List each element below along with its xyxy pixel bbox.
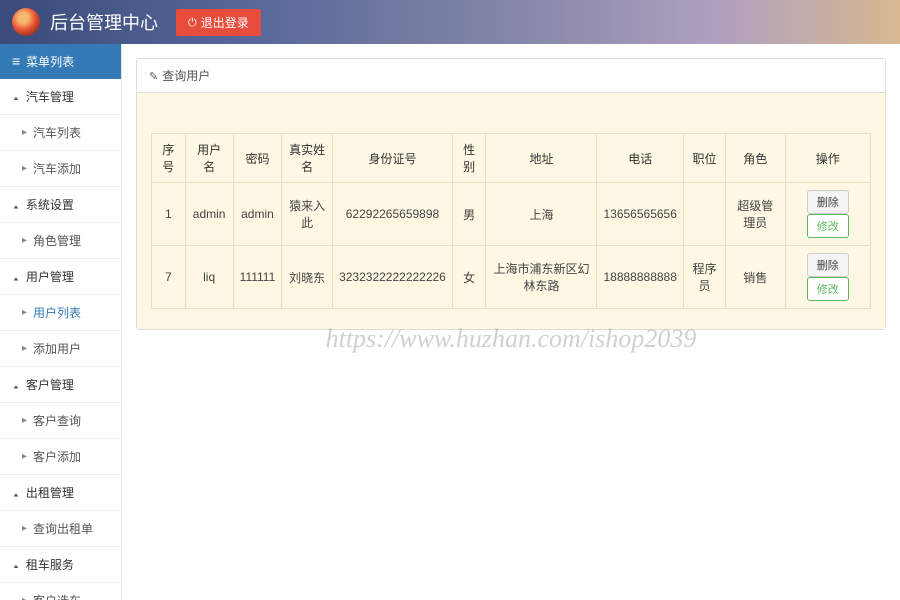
sidebar-header-label: 菜单列表 — [26, 53, 74, 70]
menu-group-title[interactable]: 出租管理 — [0, 475, 121, 511]
table-header: 序号 — [152, 134, 186, 183]
table-cell: 1 — [152, 183, 186, 246]
user-icon — [12, 90, 20, 104]
menu-group-label: 租车服务 — [26, 556, 74, 573]
app-title: 后台管理中心 — [50, 9, 158, 35]
menu-group-title[interactable]: 汽车管理 — [0, 79, 121, 115]
table-header: 职位 — [683, 134, 725, 183]
table-cell: 销售 — [726, 246, 785, 309]
menu-group-title[interactable]: 客户管理 — [0, 367, 121, 403]
table-cell: 3232322222222226 — [333, 246, 453, 309]
table-cell: 62292265659898 — [333, 183, 453, 246]
menu-item[interactable]: 客户添加 — [0, 439, 121, 475]
panel-title: 查询用户 — [162, 67, 210, 84]
user-table: 序号用户名密码真实姓名身份证号性别地址电话职位角色操作 1adminadmin猿… — [151, 133, 871, 309]
edit-icon — [149, 69, 158, 83]
table-cell: 7 — [152, 246, 186, 309]
table-cell: 上海市浦东新区幻林东路 — [486, 246, 597, 309]
menu-item[interactable]: 汽车添加 — [0, 151, 121, 187]
edit-button[interactable]: 修改 — [807, 277, 849, 301]
menu-item[interactable]: 客户选车 — [0, 583, 121, 600]
table-cell: 上海 — [486, 183, 597, 246]
table-cell: 猿来入此 — [282, 183, 333, 246]
user-icon — [12, 270, 20, 284]
table-header: 地址 — [486, 134, 597, 183]
delete-button[interactable]: 删除 — [807, 253, 849, 277]
table-header: 身份证号 — [333, 134, 453, 183]
delete-button[interactable]: 删除 — [807, 190, 849, 214]
user-icon — [12, 486, 20, 500]
menu-item[interactable]: 角色管理 — [0, 223, 121, 259]
header: 后台管理中心 退出登录 — [0, 0, 900, 44]
table-cell: 女 — [452, 246, 486, 309]
avatar — [12, 8, 40, 36]
table-header: 角色 — [726, 134, 785, 183]
table-cell: 程序员 — [683, 246, 725, 309]
sidebar: 菜单列表 汽车管理汽车列表汽车添加系统设置角色管理用户管理用户列表添加用户客户管… — [0, 44, 122, 600]
action-cell: 删除修改 — [785, 183, 870, 246]
menu-group-title[interactable]: 用户管理 — [0, 259, 121, 295]
table-cell: admin — [233, 183, 282, 246]
table-cell: 18888888888 — [597, 246, 683, 309]
menu-item-label: 查询出租单 — [33, 520, 93, 537]
table-header: 电话 — [597, 134, 683, 183]
menu-group-label: 用户管理 — [26, 268, 74, 285]
main-content: 查询用户 序号用户名密码真实姓名身份证号性别地址电话职位角色操作 1admina… — [122, 44, 900, 600]
panel: 查询用户 序号用户名密码真实姓名身份证号性别地址电话职位角色操作 1admina… — [136, 58, 886, 330]
menu-group-title[interactable]: 系统设置 — [0, 187, 121, 223]
menu-item-label: 角色管理 — [33, 232, 81, 249]
table-cell: 刘晓东 — [282, 246, 333, 309]
table-row: 1adminadmin猿来入此62292265659898男上海13656565… — [152, 183, 871, 246]
menu-item-label: 客户选车 — [33, 592, 81, 600]
menu-group-title[interactable]: 租车服务 — [0, 547, 121, 583]
user-icon — [12, 558, 20, 572]
table-cell: liq — [185, 246, 233, 309]
user-icon — [12, 198, 20, 212]
table-header: 真实姓名 — [282, 134, 333, 183]
table-header: 操作 — [785, 134, 870, 183]
panel-body: 序号用户名密码真实姓名身份证号性别地址电话职位角色操作 1adminadmin猿… — [137, 93, 885, 329]
menu-item[interactable]: 汽车列表 — [0, 115, 121, 151]
table-header: 用户名 — [185, 134, 233, 183]
menu-item-label: 客户查询 — [33, 412, 81, 429]
user-icon — [12, 378, 20, 392]
table-cell: 超级管理员 — [726, 183, 785, 246]
power-icon — [188, 15, 197, 30]
sidebar-header: 菜单列表 — [0, 44, 121, 79]
menu-group-label: 系统设置 — [26, 196, 74, 213]
table-header: 性别 — [452, 134, 486, 183]
table-cell: 13656565656 — [597, 183, 683, 246]
menu-item-label: 添加用户 — [33, 340, 81, 357]
menu-item-label: 客户添加 — [33, 448, 81, 465]
list-icon — [12, 54, 20, 69]
table-cell: 111111 — [233, 246, 282, 309]
table-cell: admin — [185, 183, 233, 246]
table-header: 密码 — [233, 134, 282, 183]
menu-item-label: 汽车列表 — [33, 124, 81, 141]
table-cell: 男 — [452, 183, 486, 246]
action-cell: 删除修改 — [785, 246, 870, 309]
table-row: 7liq111111刘晓东3232322222222226女上海市浦东新区幻林东… — [152, 246, 871, 309]
menu-item-label: 用户列表 — [33, 304, 81, 321]
menu-group-label: 出租管理 — [26, 484, 74, 501]
menu-group-label: 客户管理 — [26, 376, 74, 393]
menu-item[interactable]: 用户列表 — [0, 295, 121, 331]
edit-button[interactable]: 修改 — [807, 214, 849, 238]
panel-header: 查询用户 — [137, 59, 885, 93]
menu-item-label: 汽车添加 — [33, 160, 81, 177]
table-cell — [683, 183, 725, 246]
menu-item[interactable]: 客户查询 — [0, 403, 121, 439]
menu-item[interactable]: 添加用户 — [0, 331, 121, 367]
menu-group-label: 汽车管理 — [26, 88, 74, 105]
logout-button[interactable]: 退出登录 — [176, 9, 261, 36]
menu-item[interactable]: 查询出租单 — [0, 511, 121, 547]
logout-label: 退出登录 — [201, 14, 249, 31]
